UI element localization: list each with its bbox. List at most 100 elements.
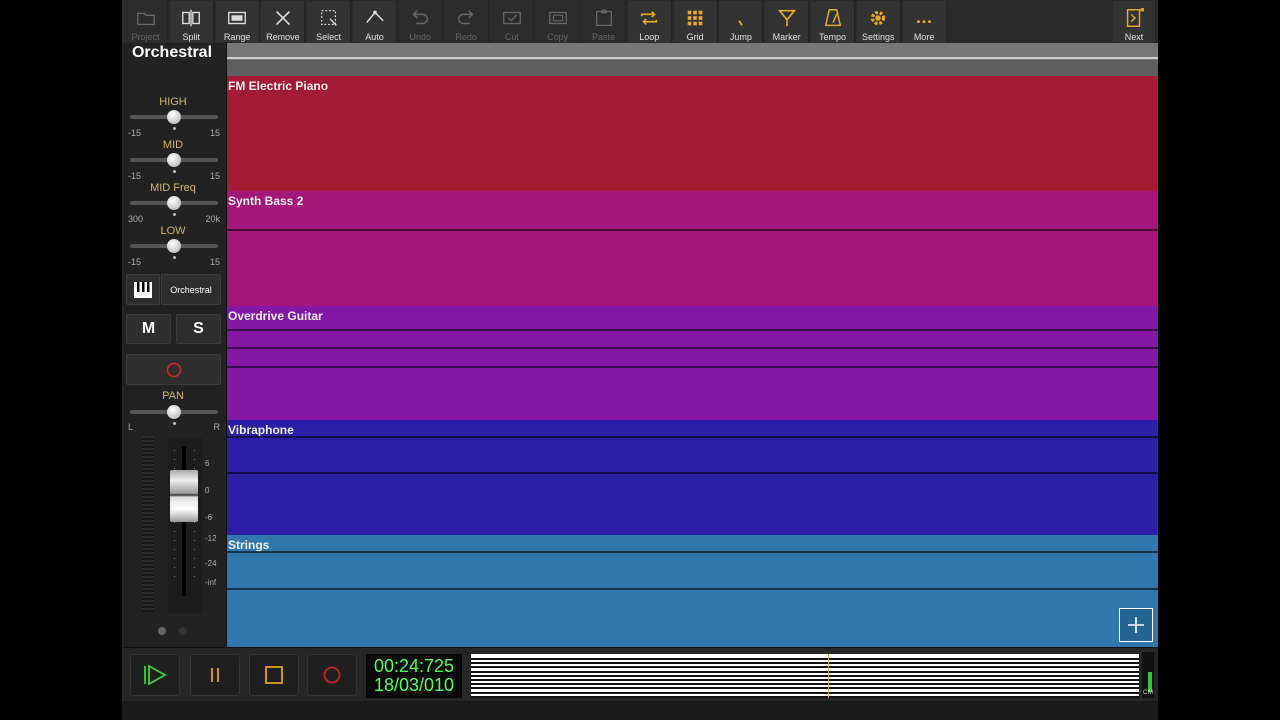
toolbar-cut-button[interactable]: Cut <box>490 1 535 42</box>
toolbar-auto-button[interactable]: Auto <box>353 1 397 42</box>
song-overview[interactable] <box>471 654 1139 698</box>
undo-icon <box>408 6 432 30</box>
track-name: Orchestral <box>131 44 213 61</box>
overview-lane <box>471 679 1139 681</box>
toolbar-project-button[interactable]: Project <box>124 1 168 42</box>
piano-icon <box>134 281 152 298</box>
toolbar-more-button[interactable]: More <box>902 1 947 42</box>
overview-lane <box>471 674 1139 677</box>
toolbar-select-button[interactable]: Select <box>307 1 352 42</box>
pan-slider[interactable] <box>130 405 218 425</box>
eq-label: LOW <box>160 225 186 237</box>
instrument-icon-button[interactable] <box>126 274 160 305</box>
toolbar-settings-button[interactable]: Settings <box>856 1 901 42</box>
toolbar-button-label: Auto <box>365 32 384 42</box>
jump-icon <box>729 6 753 30</box>
folder-icon <box>134 6 158 30</box>
plus-icon <box>1128 617 1144 633</box>
record-icon <box>323 666 341 684</box>
center-tick <box>173 256 176 259</box>
overview-lane <box>471 658 1139 660</box>
toolbar-button-label: Range <box>223 32 251 42</box>
track-lane[interactable]: FM Electric Piano <box>227 76 1158 192</box>
overview-lane <box>471 695 1139 698</box>
track-lane[interactable]: Synth Bass 2 <box>227 190 1158 307</box>
center-tick <box>173 422 176 425</box>
toolbar-button-label: Loop <box>639 32 660 42</box>
toolbar-paste-button[interactable]: Paste <box>582 1 626 42</box>
pan-right-label: R <box>213 422 221 432</box>
toolbar-jump-button[interactable]: Jump <box>719 1 764 42</box>
time-display[interactable]: 00:24:725 18/03/010 <box>366 654 462 698</box>
toolbar-button-label: Cut <box>504 32 519 42</box>
eq-0-knob[interactable] <box>167 110 181 124</box>
toolbar-button-label: Copy <box>547 32 569 42</box>
pause-button[interactable] <box>190 654 240 696</box>
track-lane-name: Synth Bass 2 <box>228 193 304 208</box>
page-dot[interactable] <box>179 627 187 635</box>
toolbar-button-label: Split <box>182 32 201 42</box>
toolbar-marker-button[interactable]: Marker <box>765 1 810 42</box>
mute-button[interactable]: M <box>126 314 171 344</box>
stop-icon <box>265 666 283 684</box>
pan-knob[interactable] <box>167 405 181 419</box>
toolbar-tempo-button[interactable]: Tempo <box>811 1 855 42</box>
eq-3-knob[interactable] <box>167 239 181 253</box>
volume-fader-knob[interactable] <box>170 470 198 522</box>
toolbar-undo-button[interactable]: Undo <box>398 1 443 42</box>
output-meter: C M <box>1142 652 1154 698</box>
record-circle-icon <box>166 362 181 377</box>
instrument-select-button[interactable]: Orchestral <box>161 274 221 305</box>
toolbar-button-label: Paste <box>591 32 615 42</box>
loop-icon <box>637 6 661 30</box>
record-button[interactable] <box>307 654 357 696</box>
add-track-button[interactable] <box>1119 608 1153 642</box>
automation-icon <box>363 6 387 30</box>
fader-scale-label: -24 <box>205 559 217 568</box>
lane-divider <box>227 346 1158 349</box>
eq-label: MID <box>162 139 184 151</box>
record-arm-button[interactable] <box>126 354 221 385</box>
eq-3-slider[interactable] <box>130 239 218 259</box>
toolbar-range-button[interactable]: Range <box>215 1 260 42</box>
eq-2-slider[interactable] <box>130 196 218 216</box>
timeline[interactable]: FM Electric Piano Synth Bass 2 Overdrive G… <box>227 43 1158 647</box>
play-button[interactable] <box>130 654 180 696</box>
toolbar-button-label: Project <box>131 32 160 42</box>
remove-x-icon <box>271 6 295 30</box>
eq-1-knob[interactable] <box>167 153 181 167</box>
eq-max-label: 15 <box>209 171 220 181</box>
gear-icon <box>866 6 890 30</box>
eq-label: HIGH <box>159 96 187 108</box>
eq-2-knob[interactable] <box>167 196 181 210</box>
lane-divider <box>227 365 1158 368</box>
timeline-ruler[interactable] <box>227 43 1158 76</box>
track-lane[interactable]: Vibraphone <box>227 420 1158 537</box>
center-tick <box>173 170 176 173</box>
center-tick <box>173 213 176 216</box>
toolbar-button-label: Select <box>316 32 342 42</box>
eq-1-slider[interactable] <box>130 153 218 173</box>
fader-scale-label: -6 <box>205 513 213 522</box>
toolbar-split-button[interactable]: Split <box>169 1 214 42</box>
toolbar-loop-button[interactable]: Loop <box>627 1 672 42</box>
eq-min-label: -15 <box>128 257 142 267</box>
solo-button[interactable]: S <box>176 314 221 344</box>
meter-label-m: M <box>1148 690 1153 696</box>
eq-max-label: 20k <box>205 214 220 224</box>
eq-min-label: -15 <box>128 171 142 181</box>
track-lane[interactable]: Strings <box>227 535 1158 647</box>
overview-lane <box>471 691 1139 694</box>
time-readout: 00:24:725 <box>373 656 455 676</box>
meter-label-c: C <box>1143 690 1148 696</box>
next-button[interactable]: Next <box>1113 1 1156 42</box>
toolbar-remove-button[interactable]: Remove <box>261 1 306 42</box>
page-dot-active[interactable] <box>158 627 166 635</box>
toolbar-grid-button[interactable]: Grid <box>673 1 718 42</box>
eq-max-label: 15 <box>209 257 220 267</box>
toolbar-redo-button[interactable]: Redo <box>444 1 489 42</box>
toolbar-copy-button[interactable]: Copy <box>536 1 581 42</box>
stop-button[interactable] <box>249 654 299 696</box>
track-lane[interactable]: Overdrive Guitar <box>227 305 1158 422</box>
eq-0-slider[interactable] <box>130 110 218 130</box>
